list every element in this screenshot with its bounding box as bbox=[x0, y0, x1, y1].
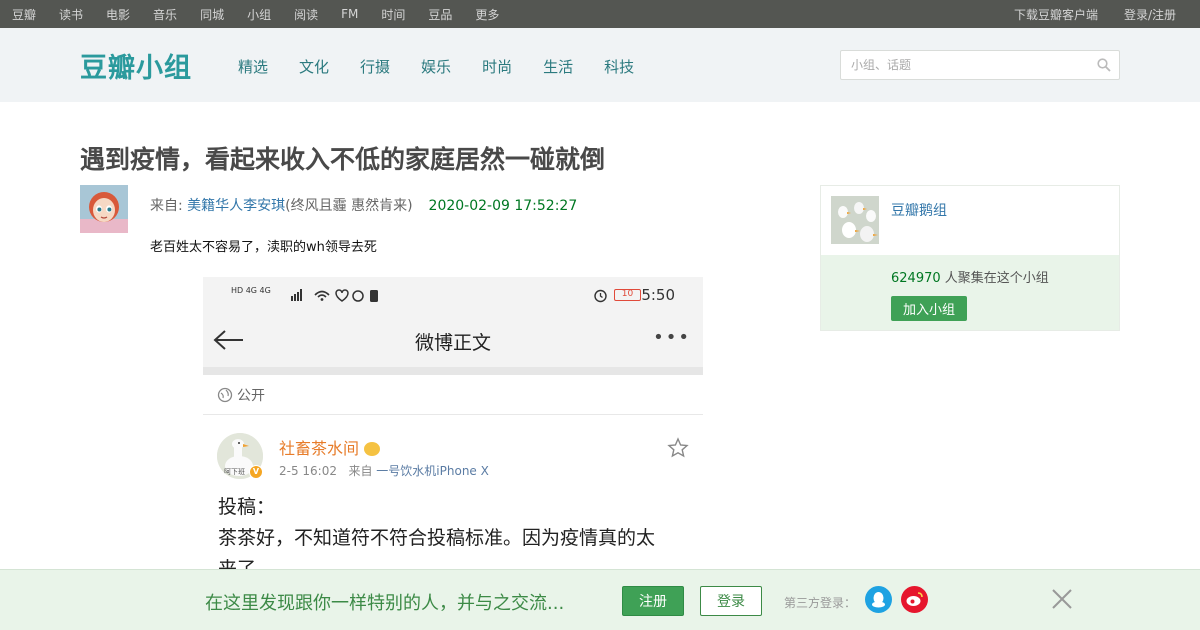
weibo-login-icon[interactable] bbox=[901, 586, 928, 613]
weibo-title: 微博正文 bbox=[414, 332, 491, 354]
group-nav-featured[interactable]: 精选 bbox=[238, 56, 268, 77]
global-nav-read[interactable]: 阅读 bbox=[294, 6, 318, 23]
avatar-caption: 阿下班 bbox=[224, 468, 245, 476]
global-nav: 豆瓣 读书 电影 音乐 同城 小组 阅读 FM 时间 豆品 更多 下载豆瓣客户端… bbox=[0, 0, 1200, 28]
group-header: 豆瓣小组 精选 文化 行摄 娱乐 时尚 生活 科技 bbox=[0, 28, 1200, 102]
global-nav-book[interactable]: 读书 bbox=[59, 6, 83, 23]
post-title: 遇到疫情，看起来收入不低的家庭居然一碰就倒 bbox=[80, 145, 606, 174]
weibo-from: 来自 bbox=[348, 464, 373, 478]
global-nav-market[interactable]: 豆品 bbox=[428, 6, 452, 23]
group-icon[interactable] bbox=[831, 196, 879, 244]
from-label: 来自: bbox=[150, 198, 188, 214]
global-nav-movie[interactable]: 电影 bbox=[106, 6, 130, 23]
group-nav-fashion[interactable]: 时尚 bbox=[482, 56, 512, 77]
member-count-number: 624970 bbox=[891, 271, 941, 286]
divider bbox=[203, 414, 703, 415]
member-count: 624970 人聚集在这个小组 bbox=[891, 267, 1049, 286]
global-nav-music[interactable]: 音乐 bbox=[153, 6, 177, 23]
post-body-text: 老百姓太不容易了，渎职的wh领导去死 bbox=[150, 240, 377, 255]
weibo-username: 社畜茶水间 bbox=[279, 435, 381, 459]
signal-icons bbox=[291, 289, 378, 302]
third-party-label: 第三方登录： bbox=[784, 596, 857, 610]
author-avatar[interactable] bbox=[80, 185, 128, 233]
global-nav-douban[interactable]: 豆瓣 bbox=[12, 6, 36, 23]
global-nav-links: 豆瓣 读书 电影 音乐 同城 小组 阅读 FM 时间 豆品 更多 bbox=[12, 0, 522, 28]
phone-status-bar: HD 4G 4G 10 5:50 bbox=[203, 277, 703, 313]
global-nav-group[interactable]: 小组 bbox=[247, 6, 271, 23]
globe-icon bbox=[217, 387, 233, 403]
author-note: (终风且霾 惠然肯来) bbox=[285, 198, 413, 214]
visibility-text: 公开 bbox=[237, 388, 265, 404]
global-nav-time[interactable]: 时间 bbox=[381, 6, 405, 23]
phone-clock: 5:50 bbox=[641, 286, 675, 304]
more-icon: ••• bbox=[653, 327, 691, 348]
weibo-text: 投稿： 茶茶好，不知道符不符合投稿标准。因为疫情真的太 来了。 bbox=[218, 492, 693, 570]
login-register-link[interactable]: 登录/注册 bbox=[1124, 6, 1176, 23]
post-image[interactable]: HD 4G 4G 10 5:50 微博正文 ••• 公开 阿下班 V 社畜茶水间… bbox=[203, 277, 703, 570]
weibo-app-bar: 微博正文 ••• bbox=[203, 313, 703, 367]
search-icon[interactable] bbox=[1097, 58, 1111, 72]
qq-login-icon[interactable] bbox=[865, 586, 892, 613]
download-app-link[interactable]: 下载豆瓣客户端 bbox=[1014, 6, 1098, 23]
signal-text: HD 4G 4G bbox=[231, 286, 271, 295]
global-nav-fm[interactable]: FM bbox=[341, 7, 358, 21]
join-group-button[interactable]: 加入小组 bbox=[891, 296, 967, 321]
group-nav-tech[interactable]: 科技 bbox=[604, 56, 634, 77]
author-link[interactable]: 美籍华人李安琪 bbox=[187, 198, 285, 214]
weibo-time: 2-5 16:02 bbox=[279, 464, 337, 478]
visibility-label: 公开 bbox=[217, 385, 265, 405]
group-name-link[interactable]: 豆瓣鹅组 bbox=[891, 200, 947, 220]
verified-badge: V bbox=[249, 465, 263, 479]
alarm-icon bbox=[594, 289, 607, 303]
group-nav-culture[interactable]: 文化 bbox=[299, 56, 329, 77]
battery-icon: 10 bbox=[614, 289, 641, 301]
group-nav: 精选 文化 行摄 娱乐 时尚 生活 科技 bbox=[238, 56, 665, 77]
star-icon bbox=[667, 437, 689, 458]
post-meta: 来自: 美籍华人李安琪(终风且霾 惠然肯来) 2020-02-09 17:52:2… bbox=[150, 195, 577, 215]
member-count-suffix: 人聚集在这个小组 bbox=[940, 271, 1049, 286]
group-logo[interactable]: 豆瓣小组 bbox=[80, 46, 192, 85]
emoji-icon bbox=[364, 442, 381, 456]
login-button[interactable]: 登录 bbox=[700, 586, 762, 616]
global-nav-account: 下载豆瓣客户端 登录/注册 bbox=[988, 0, 1176, 28]
weibo-line-1: 投稿： bbox=[218, 496, 276, 518]
search-box bbox=[840, 50, 1120, 80]
weibo-source: 一号饮水机iPhone X bbox=[376, 464, 489, 478]
divider bbox=[203, 367, 703, 375]
group-nav-entertainment[interactable]: 娱乐 bbox=[421, 56, 451, 77]
weibo-line-3: 来了。 bbox=[218, 558, 276, 570]
global-nav-more[interactable]: 更多 bbox=[475, 6, 499, 23]
signup-banner: 在这里发现跟你一样特别的人，并与之交流... 注册 登录 第三方登录： bbox=[0, 569, 1200, 630]
group-card-bottom: 624970 人聚集在这个小组 加入小组 bbox=[821, 255, 1119, 330]
post-time: 2020-02-09 17:52:27 bbox=[428, 198, 578, 214]
weibo-meta: 2-5 16:02 来自 一号饮水机iPhone X bbox=[279, 462, 489, 479]
weibo-username-text: 社畜茶水间 bbox=[279, 439, 360, 458]
global-nav-location[interactable]: 同城 bbox=[200, 6, 224, 23]
weibo-line-2: 茶茶好，不知道符不符合投稿标准。因为疫情真的太 bbox=[218, 527, 656, 549]
battery-level: 10 bbox=[621, 289, 634, 299]
group-nav-travel[interactable]: 行摄 bbox=[360, 56, 390, 77]
group-nav-life[interactable]: 生活 bbox=[543, 56, 573, 77]
register-button[interactable]: 注册 bbox=[622, 586, 684, 616]
close-icon[interactable] bbox=[1050, 587, 1074, 611]
group-card-top: 豆瓣鹅组 bbox=[821, 186, 1119, 255]
group-card: 豆瓣鹅组 624970 人聚集在这个小组 加入小组 bbox=[820, 185, 1120, 331]
search-input[interactable] bbox=[841, 51, 1081, 79]
banner-slogan: 在这里发现跟你一样特别的人，并与之交流... bbox=[205, 593, 565, 614]
